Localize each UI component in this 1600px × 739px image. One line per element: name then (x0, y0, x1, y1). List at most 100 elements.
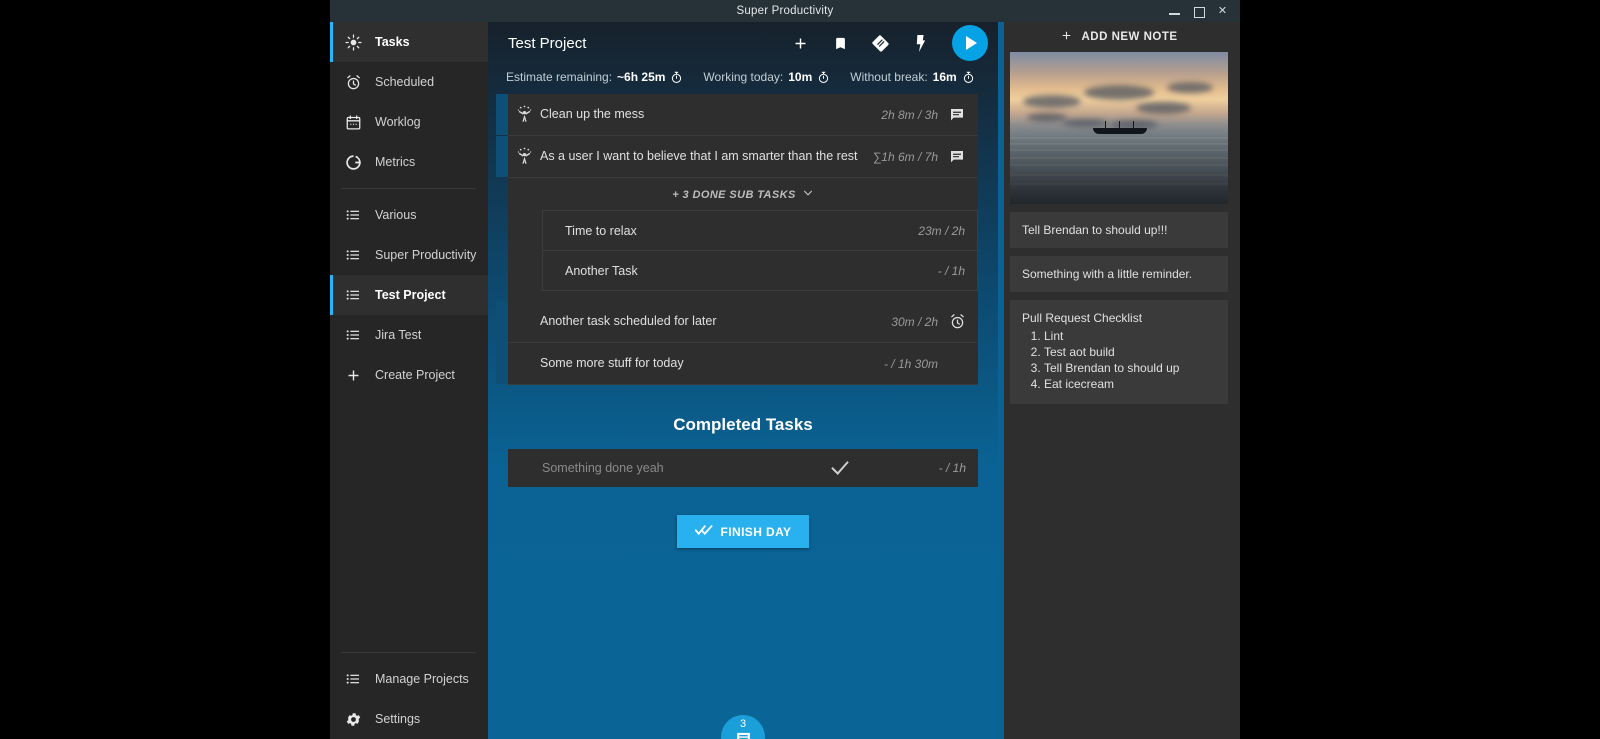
note-card-text[interactable]: Something with a little reminder. (1010, 256, 1228, 292)
maximize-icon[interactable] (1193, 6, 1204, 17)
summary-value: 16m (933, 70, 957, 84)
alarm-clock-icon[interactable] (948, 313, 966, 330)
note-checklist-item: Tell Brendan to should up (1044, 361, 1216, 375)
sidebar-item-jira-test[interactable]: Jira Test (330, 315, 488, 355)
list-icon (344, 326, 362, 344)
sun-icon (344, 33, 362, 51)
list-icon (344, 670, 362, 688)
page-title: Test Project (508, 35, 790, 52)
finish-day-label: FINISH DAY (721, 525, 792, 539)
sidebar-item-label: Manage Projects (375, 672, 469, 686)
task-title: As a user I want to believe that I am sm… (540, 148, 873, 165)
task-accent-bar (496, 94, 508, 135)
task-title: Clean up the mess (540, 106, 881, 123)
window-title: Super Productivity (737, 5, 834, 17)
task-time: 30m / 2h (891, 315, 948, 329)
stopwatch-icon (962, 71, 975, 84)
add-new-note-button[interactable]: ADD NEW NOTE (1010, 22, 1228, 52)
subtask-title: Time to relax (565, 224, 918, 238)
task-list: Clean up the mess2h 8m / 3h As a user I w… (508, 94, 978, 385)
completed-task-title: Something done yeah (542, 461, 742, 475)
task-row[interactable]: Some more stuff for today- / 1h 30m (508, 343, 978, 385)
minimize-icon[interactable] (1169, 6, 1180, 17)
note-card-image[interactable] (1010, 52, 1228, 204)
comment-icon[interactable] (948, 149, 966, 165)
sidebar-divider-bottom (342, 652, 476, 653)
sidebar-primary-nav: Tasks ScheduledWorklogMetrics (330, 22, 488, 182)
alarm-clock-icon (344, 73, 362, 91)
sidebar-bottom-nav: Manage Projects Settings (330, 646, 488, 739)
summary-label: Estimate remaining: (506, 70, 612, 84)
task-row[interactable]: As a user I want to believe that I am sm… (508, 136, 978, 178)
sidebar-item-worklog[interactable]: Worklog (330, 102, 488, 142)
close-icon[interactable]: ✕ (1217, 6, 1228, 17)
plus-icon (1060, 29, 1073, 45)
sidebar-item-label: Various (375, 208, 416, 222)
sidebar-item-super-productivity[interactable]: Super Productivity (330, 235, 488, 275)
play-button[interactable] (952, 25, 988, 61)
notes-panel: ADD NEW NOTE Tell Brendan to should up!!… (998, 22, 1240, 739)
finish-day-button[interactable]: FINISH DAY (677, 515, 810, 548)
celebration-icon (508, 147, 540, 166)
boat-silhouette (1093, 128, 1147, 134)
project-header: Test Project (488, 22, 998, 64)
bookmark-icon[interactable] (830, 33, 850, 53)
note-checklist-item: Lint (1044, 329, 1216, 343)
task-row[interactable]: Another task scheduled for later30m / 2h (508, 301, 978, 343)
add-new-note-label: ADD NEW NOTE (1081, 31, 1177, 43)
task-time: - / 1h 30m (884, 357, 948, 371)
lightning-bolt-icon[interactable] (910, 33, 930, 53)
task-time: ∑1h 6m / 7h (873, 150, 948, 164)
plus-icon (344, 366, 362, 384)
task-row[interactable]: Clean up the mess2h 8m / 3h (508, 94, 978, 136)
sidebar-item-tasks[interactable]: Tasks (330, 22, 488, 62)
completed-heading: Completed Tasks (488, 415, 998, 435)
sidebar-item-scheduled[interactable]: Scheduled (330, 62, 488, 102)
summary-label: Without break: (850, 70, 927, 84)
stopwatch-icon (670, 71, 683, 84)
summary-estimate-remaining: Estimate remaining:~6h 25m (506, 70, 683, 84)
done-subtasks-toggle[interactable]: + 3 DONE SUB TASKS (508, 178, 978, 210)
add-task-button[interactable] (790, 33, 810, 53)
note-image (1010, 52, 1228, 204)
sidebar-item-create-project[interactable]: Create Project (330, 355, 488, 395)
note-card-text[interactable]: Tell Brendan to should up!!! (1010, 212, 1228, 248)
summary-without-break: Without break: 16m (850, 70, 974, 84)
stopwatch-icon (817, 71, 830, 84)
subtask-container: Time to relax23m / 2hAnother Task- / 1h (508, 210, 978, 301)
task-title: Some more stuff for today (540, 355, 884, 372)
sidebar-item-various[interactable]: Various (330, 195, 488, 235)
completed-task-row[interactable]: Something done yeah- / 1h (508, 449, 978, 487)
sidebar-item-manage-projects[interactable]: Manage Projects (330, 659, 488, 699)
sidebar-item-metrics[interactable]: Metrics (330, 142, 488, 182)
summary-value: 10m (788, 70, 812, 84)
chevron-down-icon (802, 187, 814, 202)
comment-icon[interactable] (948, 107, 966, 123)
header-actions (790, 25, 988, 61)
task-time: 2h 8m / 3h (881, 108, 948, 122)
note-checklist-items: LintTest aot buildTell Brendan to should… (1022, 329, 1216, 391)
completed-task-list: Something done yeah- / 1h (508, 449, 978, 487)
finish-day-wrap: FINISH DAY (488, 515, 998, 548)
main-panel: Test Project Estimate remaining:~6h 25m W… (488, 22, 998, 739)
fab-count-badge: 3 (740, 719, 746, 730)
subtask-title: Another Task (565, 264, 938, 278)
task-title: Another task scheduled for later (540, 313, 891, 330)
celebration-icon (508, 105, 540, 124)
note-diamond-icon[interactable] (870, 33, 890, 53)
sidebar-item-label: Tasks (375, 35, 410, 49)
list-icon (344, 206, 362, 224)
notes-fab-button[interactable]: 3 (721, 715, 765, 739)
subtask-row[interactable]: Time to relax23m / 2h (543, 211, 977, 251)
note-card-checklist[interactable]: Pull Request ChecklistLintTest aot build… (1010, 300, 1228, 404)
summary-bar: Estimate remaining:~6h 25m Working today:… (488, 64, 998, 94)
note-checklist-item: Eat icecream (1044, 377, 1216, 391)
sidebar-item-label: Settings (375, 712, 420, 726)
subtask-row[interactable]: Another Task- / 1h (543, 251, 977, 291)
sidebar-item-settings[interactable]: Settings (330, 699, 488, 739)
sidebar-item-test-project[interactable]: Test Project (330, 275, 488, 315)
pie-chart-icon (344, 153, 362, 171)
summary-working-today: Working today:10m (703, 70, 830, 84)
notes-list: Tell Brendan to should up!!! Something wi… (1010, 52, 1228, 404)
gear-icon (344, 710, 362, 728)
